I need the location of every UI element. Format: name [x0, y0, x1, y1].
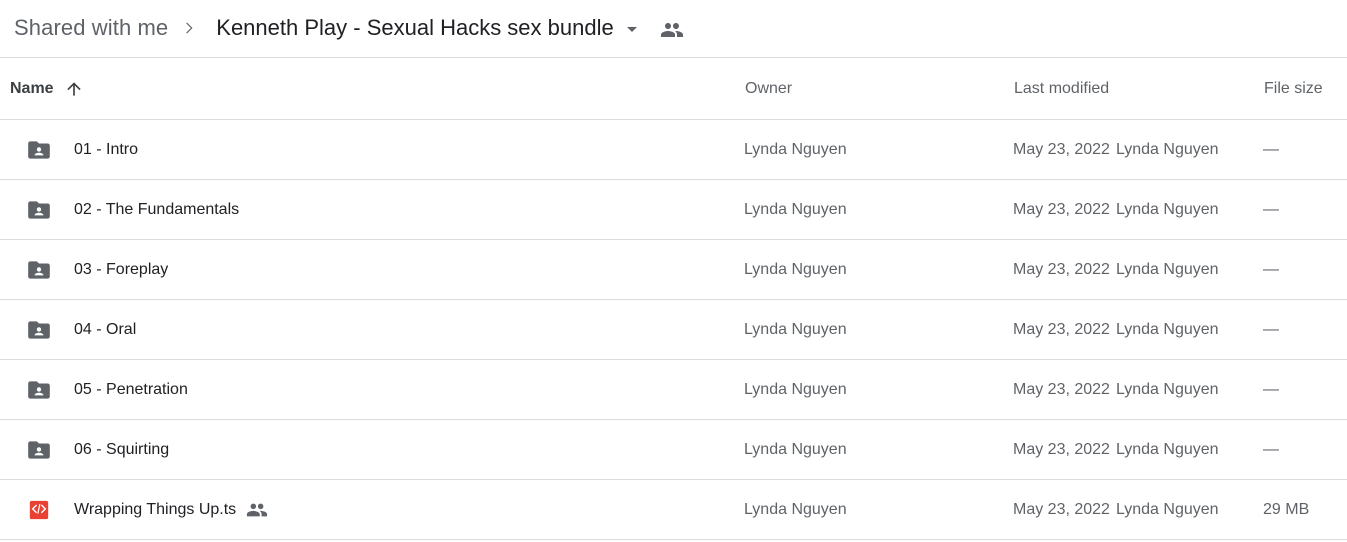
file-name: 01 - Intro — [74, 140, 139, 158]
file-owner: Lynda Nguyen — [744, 440, 847, 458]
file-name: 02 - The Fundamentals — [74, 200, 240, 218]
file-size: — — [1263, 320, 1279, 338]
modified-date: May 23, 2022 — [1013, 260, 1110, 278]
file-name: 03 - Foreplay — [74, 260, 169, 278]
breadcrumb-shared-with-me[interactable]: Shared with me — [14, 15, 168, 43]
row-name-cell: 04 - Oral — [74, 300, 136, 359]
file-owner: Lynda Nguyen — [744, 260, 847, 278]
modified-date: May 23, 2022 — [1013, 380, 1110, 398]
file-owner: Lynda Nguyen — [744, 500, 847, 518]
file-owner: Lynda Nguyen — [744, 200, 847, 218]
row-name-cell: 03 - Foreplay — [74, 240, 168, 299]
file-size: — — [1263, 260, 1279, 278]
shared-folder-icon — [26, 197, 52, 223]
modified-date: May 23, 2022 — [1013, 440, 1110, 458]
modified-by: Lynda Nguyen — [1115, 440, 1219, 458]
file-size: — — [1263, 440, 1279, 458]
file-last-modified: May 23, 2022 Lynda Nguyen — [1013, 240, 1219, 299]
table-row[interactable]: 01 - Intro Lynda Nguyen May 23, 2022 Lyn… — [0, 120, 1347, 180]
file-size: — — [1263, 380, 1279, 398]
shared-folder-icon — [26, 137, 52, 163]
caret-down-icon[interactable] — [620, 17, 644, 41]
row-icon-cell — [26, 300, 52, 359]
file-size: — — [1263, 200, 1279, 218]
row-icon-cell — [26, 180, 52, 239]
table-header: Name Owner Last modified File size — [0, 58, 1347, 120]
shared-folder-icon — [26, 377, 52, 403]
file-name: 06 - Squirting — [74, 440, 170, 458]
file-last-modified: May 23, 2022 Lynda Nguyen — [1013, 180, 1219, 239]
file-name: Wrapping Things Up.ts — [74, 500, 237, 518]
modified-by: Lynda Nguyen — [1115, 200, 1219, 218]
row-icon-cell — [26, 360, 52, 419]
file-size: — — [1263, 140, 1279, 158]
file-owner: Lynda Nguyen — [744, 140, 847, 158]
row-name-cell: 05 - Penetration — [74, 360, 188, 419]
modified-by: Lynda Nguyen — [1115, 320, 1219, 338]
modified-by: Lynda Nguyen — [1115, 260, 1219, 278]
table-row[interactable]: Wrapping Things Up.ts Lynda Nguyen May 2… — [0, 480, 1347, 540]
file-name: 04 - Oral — [74, 320, 137, 338]
table-row[interactable]: 03 - Foreplay Lynda Nguyen May 23, 2022 … — [0, 240, 1347, 300]
modified-date: May 23, 2022 — [1013, 500, 1110, 518]
file-name: 05 - Penetration — [74, 380, 188, 398]
file-last-modified: May 23, 2022 Lynda Nguyen — [1013, 420, 1219, 479]
shared-folder-icon — [26, 437, 52, 463]
modified-date: May 23, 2022 — [1013, 140, 1110, 158]
breadcrumb-current-folder[interactable]: Kenneth Play - Sexual Hacks sex bundle — [216, 15, 613, 43]
row-name-cell: Wrapping Things Up.ts — [74, 480, 268, 539]
modified-by: Lynda Nguyen — [1115, 380, 1219, 398]
column-header-last-modified[interactable]: Last modified — [1014, 58, 1109, 120]
table-body: 01 - Intro Lynda Nguyen May 23, 2022 Lyn… — [0, 120, 1347, 540]
row-name-cell: 01 - Intro — [74, 120, 138, 179]
column-header-name-label: Name — [10, 80, 54, 97]
breadcrumb: Shared with me Kenneth Play - Sexual Hac… — [0, 0, 1347, 58]
chevron-right-icon — [182, 21, 196, 37]
drive-file-list-page: Shared with me Kenneth Play - Sexual Hac… — [0, 0, 1347, 542]
file-last-modified: May 23, 2022 Lynda Nguyen — [1013, 480, 1219, 539]
row-icon-cell — [26, 120, 52, 179]
table-row[interactable]: 02 - The Fundamentals Lynda Nguyen May 2… — [0, 180, 1347, 240]
column-header-name[interactable]: Name — [10, 58, 84, 120]
shared-folder-icon — [26, 317, 52, 343]
modified-date: May 23, 2022 — [1013, 200, 1110, 218]
modified-date: May 23, 2022 — [1013, 320, 1110, 338]
row-icon-cell — [26, 480, 50, 539]
file-owner: Lynda Nguyen — [744, 380, 847, 398]
row-name-cell: 02 - The Fundamentals — [74, 180, 239, 239]
people-icon[interactable] — [660, 16, 684, 42]
row-icon-cell — [26, 240, 52, 299]
row-name-cell: 06 - Squirting — [74, 420, 169, 479]
row-icon-cell — [26, 420, 52, 479]
file-last-modified: May 23, 2022 Lynda Nguyen — [1013, 300, 1219, 359]
arrow-up-icon[interactable] — [64, 79, 84, 99]
column-header-owner[interactable]: Owner — [745, 58, 792, 120]
modified-by: Lynda Nguyen — [1115, 500, 1219, 518]
file-size: 29 MB — [1263, 500, 1310, 518]
file-last-modified: May 23, 2022 Lynda Nguyen — [1013, 120, 1219, 179]
table-row[interactable]: 04 - Oral Lynda Nguyen May 23, 2022 Lynd… — [0, 300, 1347, 360]
table-row[interactable]: 05 - Penetration Lynda Nguyen May 23, 20… — [0, 360, 1347, 420]
file-last-modified: May 23, 2022 Lynda Nguyen — [1013, 360, 1219, 419]
file-table: Name Owner Last modified File size 01 - … — [0, 58, 1347, 540]
shared-folder-icon — [26, 257, 52, 283]
column-header-file-size[interactable]: File size — [1264, 58, 1323, 120]
modified-by: Lynda Nguyen — [1115, 140, 1219, 158]
code-file-icon — [28, 499, 50, 521]
file-owner: Lynda Nguyen — [744, 320, 847, 338]
table-row[interactable]: 06 - Squirting Lynda Nguyen May 23, 2022… — [0, 420, 1347, 480]
people-icon — [246, 499, 268, 521]
